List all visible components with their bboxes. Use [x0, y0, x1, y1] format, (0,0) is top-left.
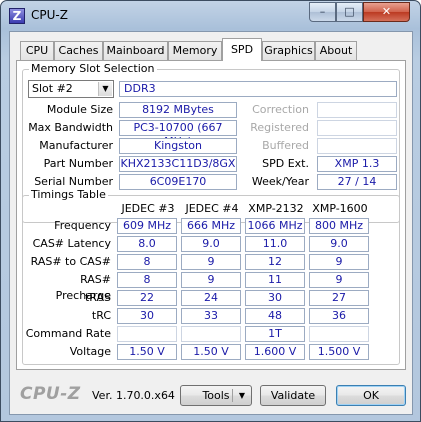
max-bandwidth-label: Max Bandwidth [28, 121, 113, 134]
timing-cell: 36 [309, 308, 369, 324]
frequency-label: Frequency [54, 219, 111, 232]
timing-cell: 48 [245, 308, 305, 324]
serial-number-value: 6C09E170 [119, 174, 237, 190]
timing-cell: 9 [181, 272, 241, 288]
buffered-value [317, 138, 397, 154]
tab-cpu[interactable]: CPU [20, 41, 54, 60]
client-area: CPU Caches Mainboard Memory SPD Graphics… [9, 31, 413, 415]
cpuz-window: Z CPU-Z – □ ✕ CPU Caches Mainboard Memor… [0, 0, 421, 422]
chevron-down-icon[interactable]: ▼ [239, 386, 245, 405]
tools-separator [232, 389, 233, 402]
ras-to-cas-label: RAS# to CAS# [30, 255, 111, 268]
timing-cell: 9 [309, 272, 369, 288]
timing-cell: 30 [117, 308, 177, 324]
timings-group-title: Timings Table [29, 188, 108, 201]
registered-label: Registered [250, 121, 309, 134]
correction-value [317, 102, 397, 118]
timing-cell: 9 [181, 254, 241, 270]
week-year-value: 27 / 14 [317, 174, 397, 190]
buffered-label: Buffered [262, 139, 309, 152]
spd-ext-label: SPD Ext. [262, 157, 309, 170]
window-title: CPU-Z [31, 8, 68, 22]
slot-select[interactable]: Slot #2 ▼ [28, 80, 114, 98]
timing-cell: 666 MHz [181, 218, 241, 234]
timing-cell: 24 [181, 290, 241, 306]
timings-col-jedec3: JEDEC #3 [121, 202, 175, 215]
tools-button[interactable]: Tools ▼ [180, 385, 252, 406]
max-bandwidth-value: PC3-10700 (667 MHz) [119, 120, 237, 148]
tab-spd[interactable]: SPD [222, 38, 262, 61]
slot-select-value: Slot #2 [32, 82, 73, 95]
memory-slot-group-title: Memory Slot Selection [29, 62, 157, 75]
timing-cell [309, 326, 369, 342]
module-size-value: 8192 MBytes [119, 102, 237, 118]
timings-col-jedec4: JEDEC #4 [185, 202, 239, 215]
correction-label: Correction [252, 103, 309, 116]
memory-type-field: DDR3 [119, 81, 397, 97]
minimize-button[interactable]: – [309, 2, 336, 22]
manufacturer-value: Kingston [119, 138, 237, 154]
timings-group: Timings Table JEDEC #3 JEDEC #4 XMP-2132… [22, 189, 400, 365]
timing-cell: 9 [309, 254, 369, 270]
tras-label: tRAS [84, 291, 111, 304]
voltage-label: Voltage [69, 345, 111, 358]
timing-cell: 1T [245, 326, 305, 342]
timing-cell: 1.600 V [245, 344, 305, 360]
cpuz-brand-logo: CPU-Z [20, 384, 81, 404]
tab-strip: CPU Caches Mainboard Memory SPD Graphics… [16, 38, 406, 61]
tab-about[interactable]: About [315, 41, 357, 60]
cas-latency-label: CAS# Latency [32, 237, 111, 250]
timing-cell: 609 MHz [117, 218, 177, 234]
timing-cell: 11 [245, 272, 305, 288]
chevron-down-icon[interactable]: ▼ [98, 82, 112, 96]
maximize-button[interactable]: □ [336, 2, 363, 22]
timing-cell: 11.0 [245, 236, 305, 252]
part-number-value: KHX2133C11D3/8GX [119, 156, 237, 172]
timing-cell: 27 [309, 290, 369, 306]
timing-cell: 1.50 V [117, 344, 177, 360]
cpuz-app-icon[interactable]: Z [9, 8, 25, 24]
timing-cell: 30 [245, 290, 305, 306]
tab-caches[interactable]: Caches [54, 41, 103, 60]
title-bar[interactable]: Z CPU-Z – □ ✕ [1, 1, 420, 31]
spd-ext-value: XMP 1.3 [317, 156, 397, 172]
timings-col-xmp1600: XMP-1600 [312, 202, 368, 215]
timing-cell: 12 [245, 254, 305, 270]
timing-cell: 1.500 V [309, 344, 369, 360]
trc-label: tRC [91, 309, 111, 322]
registered-value [317, 120, 397, 136]
week-year-label: Week/Year [251, 175, 309, 188]
tools-button-label: Tools [202, 389, 230, 402]
version-text: Ver. 1.70.0.x64 [92, 389, 175, 402]
footer-bar: CPU-Z Ver. 1.70.0.x64 Tools ▼ Validate O… [10, 372, 412, 414]
tab-memory[interactable]: Memory [168, 41, 222, 60]
timings-col-xmp2132: XMP-2132 [248, 202, 304, 215]
timing-cell: 9.0 [181, 236, 241, 252]
timing-cell: 22 [117, 290, 177, 306]
timing-cell: 8 [117, 272, 177, 288]
tab-graphics[interactable]: Graphics [262, 41, 315, 60]
timing-cell: 800 MHz [309, 218, 369, 234]
close-button[interactable]: ✕ [363, 2, 410, 22]
timing-cell [181, 326, 241, 342]
timing-cell: 1.50 V [181, 344, 241, 360]
timing-cell: 33 [181, 308, 241, 324]
timing-cell: 8 [117, 254, 177, 270]
command-rate-label: Command Rate [25, 327, 111, 340]
spd-panel: Memory Slot Selection Slot #2 ▼ DDR3 Mod… [16, 60, 406, 370]
timing-cell: 9.0 [309, 236, 369, 252]
module-size-label: Module Size [46, 103, 113, 116]
tab-mainboard[interactable]: Mainboard [103, 41, 168, 60]
timing-cell: 1066 MHz [245, 218, 305, 234]
part-number-label: Part Number [43, 157, 113, 170]
timing-cell: 8.0 [117, 236, 177, 252]
manufacturer-label: Manufacturer [39, 139, 113, 152]
validate-button[interactable]: Validate [260, 385, 326, 406]
ok-button[interactable]: OK [336, 385, 406, 406]
timing-cell [117, 326, 177, 342]
